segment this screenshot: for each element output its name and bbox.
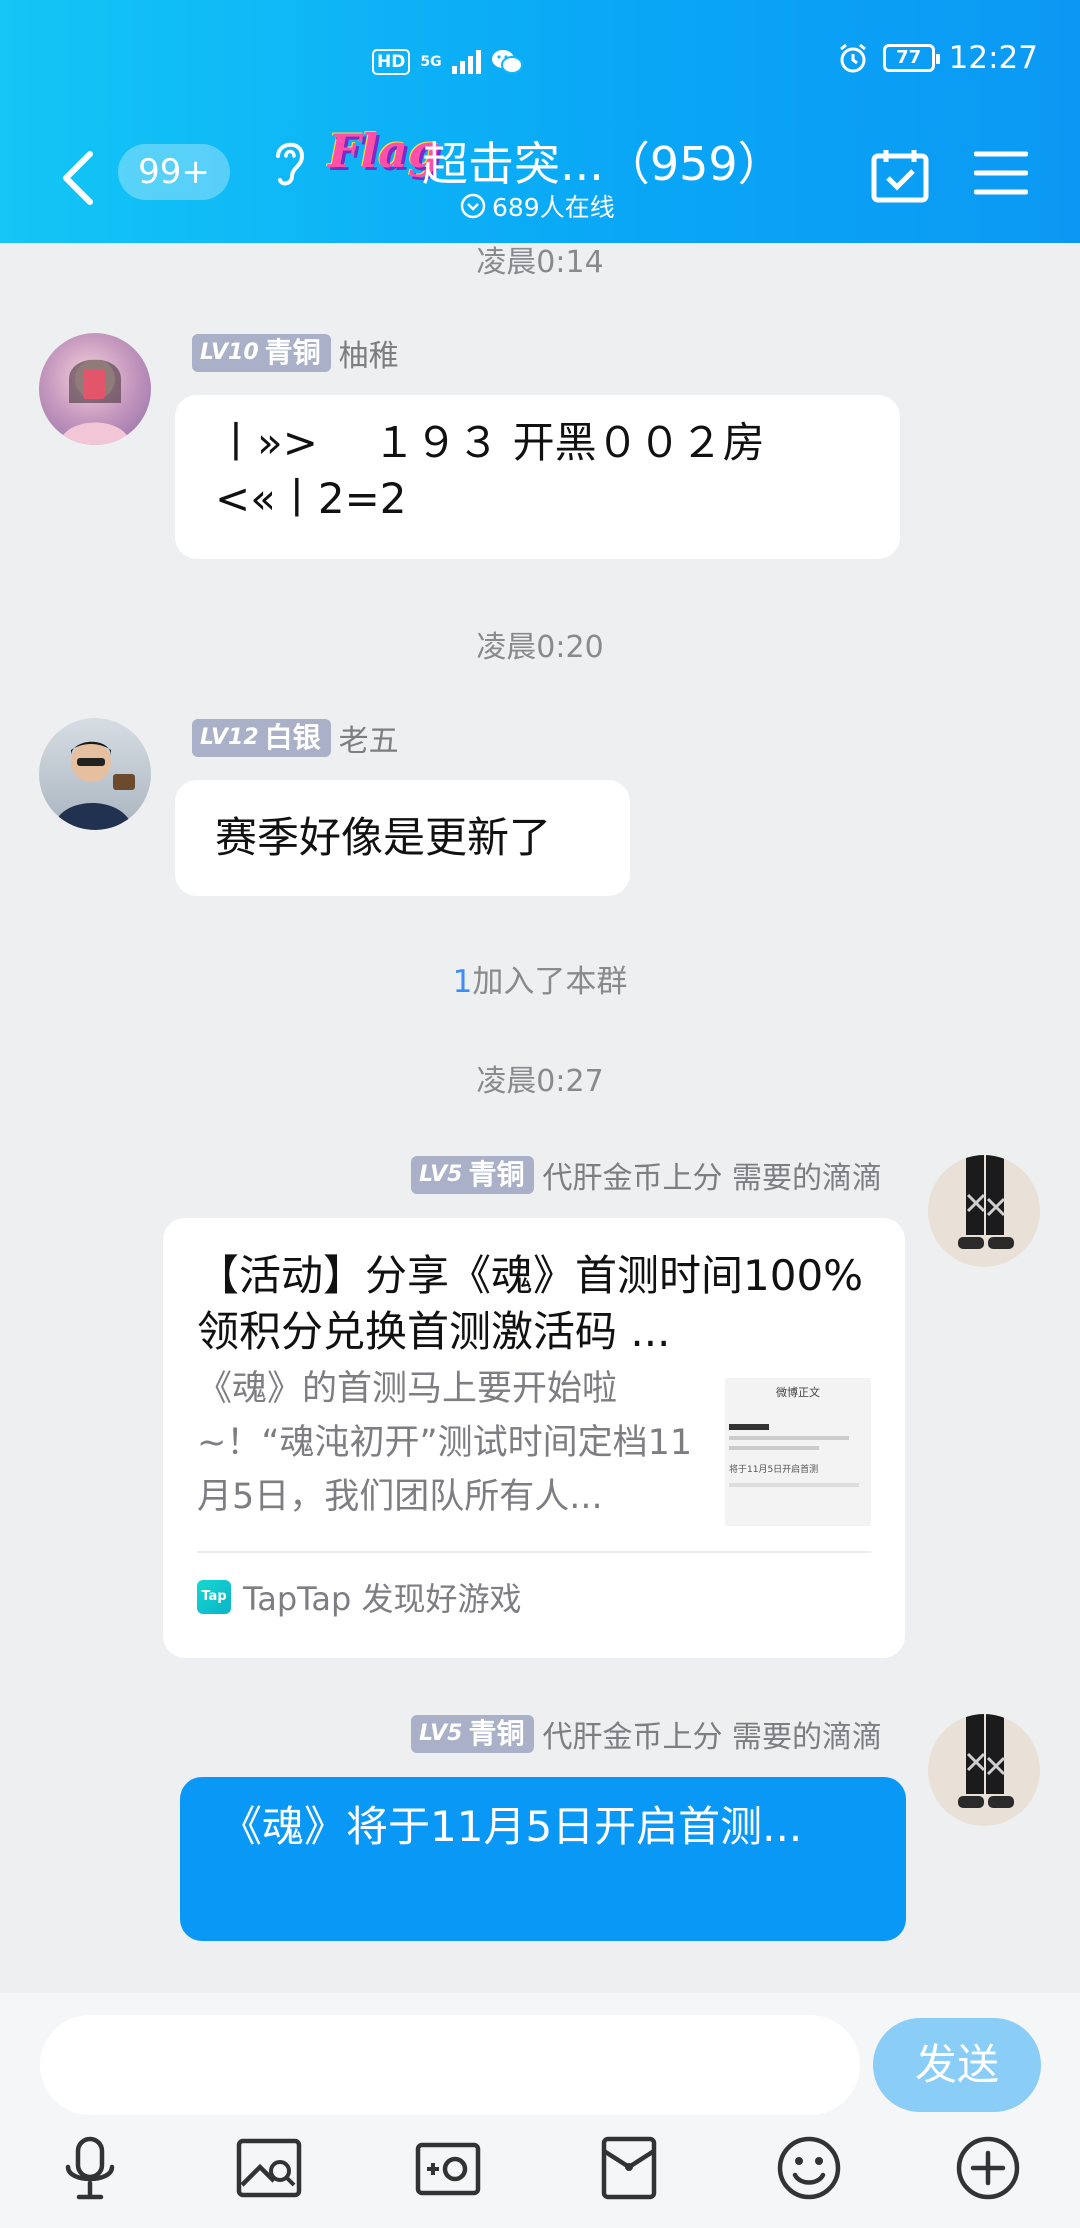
system-join-notice: 1加入了本群: [0, 956, 1080, 1001]
sender-line: LV12 白银 老五: [192, 716, 399, 760]
unread-badge[interactable]: 99+: [118, 144, 230, 200]
message-input[interactable]: [40, 2015, 860, 2115]
card-source: Tap TapTap 发现好游戏: [197, 1574, 522, 1620]
battery-icon: 77: [882, 44, 940, 72]
sender-name[interactable]: 柚稚: [339, 331, 399, 375]
chevron-circle-icon: [460, 193, 486, 219]
input-bar: 发送: [0, 1993, 1080, 2228]
timestamp: 凌晨0:27: [476, 1064, 604, 1099]
card-description: 《魂》的首测马上要开始啦~！“魂沌初开”测试时间定档11月5日，我们团队所有人.…: [197, 1369, 693, 1517]
avatar-pants-image: [958, 1155, 1014, 1249]
avatar-pants-image: [958, 1714, 1014, 1808]
sender-line: LV5 青铜 代肝金币上分 需要的滴滴: [411, 1712, 882, 1756]
message-bubble[interactable]: 赛季好像是更新了: [175, 780, 630, 896]
wechat-icon: [491, 50, 523, 74]
card-divider: [197, 1551, 871, 1553]
group-title[interactable]: 超击突...（959）: [422, 128, 784, 194]
alarm-icon: [839, 43, 866, 73]
mic-icon[interactable]: [55, 2133, 125, 2203]
emoji-icon[interactable]: [774, 2133, 844, 2203]
header-bar: HD 5G 77 12:27 99+ Flag 超击突...（959） 689人…: [0, 0, 1080, 243]
avatar[interactable]: [928, 1714, 1040, 1826]
image-icon[interactable]: [234, 2133, 304, 2203]
nav-bar: 99+ Flag 超击突...（959） 689人在线: [0, 124, 1080, 230]
status-right-group: 77 12:27: [837, 40, 1038, 76]
chat-area[interactable]: 凌晨0:14 LV10 青铜 柚稚 丨»> １９３ 开黑００２房<«丨2=2 凌晨…: [0, 243, 1080, 1993]
joined-user[interactable]: 1: [453, 964, 473, 1000]
avatar[interactable]: [39, 333, 151, 445]
signal-icon: [451, 50, 481, 74]
level-badge: LV12 白银: [192, 719, 331, 757]
sender-line: LV10 青铜 柚稚: [192, 331, 399, 375]
avatar[interactable]: [928, 1155, 1040, 1267]
message-bubble[interactable]: 丨»> １９３ 开黑００２房<«丨2=2: [175, 395, 900, 559]
thumb-title: 微博正文: [776, 1386, 820, 1399]
online-count[interactable]: 689人在线: [460, 188, 615, 224]
card-thumbnail: 微博正文 将于11月5日开启首测: [725, 1378, 871, 1526]
level-badge: LV5 青铜: [411, 1715, 535, 1753]
back-icon[interactable]: [58, 148, 98, 208]
network-type: 5G: [420, 54, 442, 70]
calendar-check-icon[interactable]: [870, 146, 930, 206]
red-packet-icon[interactable]: [594, 2133, 664, 2203]
card-source-label: TapTap 发现好游戏: [243, 1580, 522, 1618]
toolbar: [0, 2133, 1080, 2213]
hd-icon: HD: [372, 49, 411, 75]
link-share-card[interactable]: 【活动】分享《魂》首测时间100%领积分兑换首测激活码 ... 《魂》的首测马上…: [163, 1218, 905, 1658]
avatar-man-image: [53, 741, 135, 830]
sender-name[interactable]: 代肝金币上分 需要的滴滴: [542, 1712, 882, 1756]
thumb-line: 将于11月5日开启首测: [729, 1465, 819, 1475]
level-badge: LV10 青铜: [192, 334, 331, 372]
avatar[interactable]: [39, 718, 151, 830]
plus-icon[interactable]: [953, 2133, 1023, 2203]
ear-icon[interactable]: [268, 136, 308, 188]
status-signal-group: HD 5G: [372, 48, 523, 76]
camera-icon[interactable]: [413, 2133, 483, 2203]
message-bubble-link[interactable]: 《魂》将于11月5日开启首测...: [180, 1777, 906, 1941]
sender-line: LV5 青铜 代肝金币上分 需要的滴滴: [411, 1153, 882, 1197]
send-button[interactable]: 发送: [873, 2018, 1041, 2112]
sender-name[interactable]: 代肝金币上分 需要的滴滴: [542, 1153, 882, 1197]
menu-icon[interactable]: [974, 150, 1028, 196]
level-badge: LV5 青铜: [411, 1156, 535, 1194]
taptap-icon: Tap: [197, 1580, 231, 1614]
avatar-girl-image: [59, 359, 131, 445]
status-time: 12:27: [948, 40, 1038, 76]
card-title: 【活动】分享《魂》首测时间100%领积分兑换首测激活码 ...: [197, 1251, 864, 1356]
timestamp: 凌晨0:20: [476, 630, 604, 665]
sender-name[interactable]: 老五: [339, 716, 399, 760]
join-text: 加入了本群: [472, 964, 628, 1000]
status-bar: HD 5G 77 12:27: [0, 38, 1080, 88]
online-count-label: 689人在线: [492, 193, 615, 222]
timestamp: 凌晨0:14: [476, 245, 604, 280]
